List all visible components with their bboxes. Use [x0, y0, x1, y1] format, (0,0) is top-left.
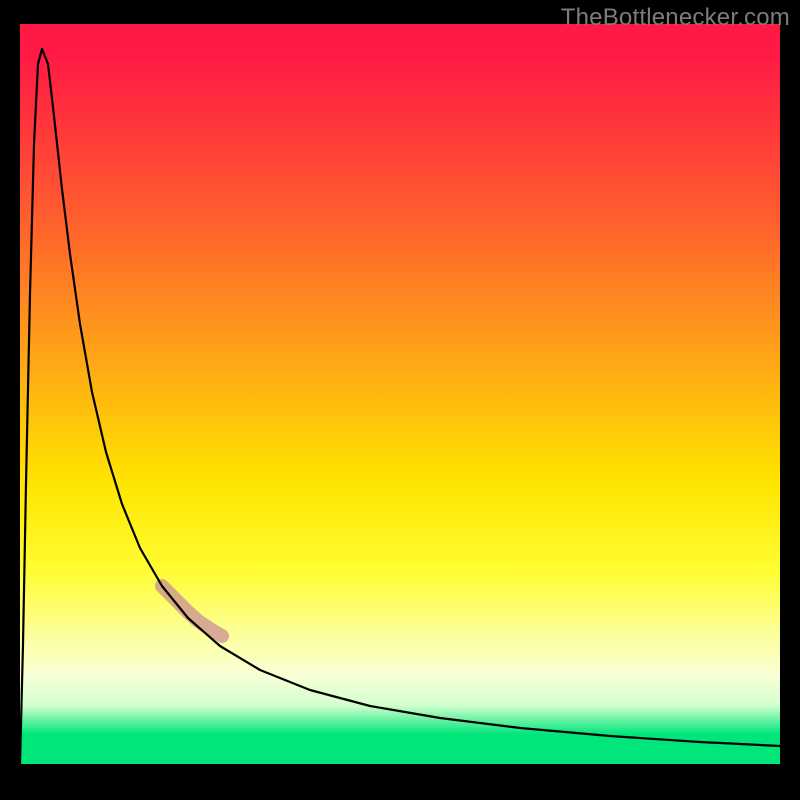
curve-layer — [20, 24, 780, 764]
chart-stage: TheBottlenecker.com — [0, 0, 800, 800]
bottleneck-curve — [20, 49, 780, 764]
attribution-text: TheBottlenecker.com — [561, 4, 790, 32]
plot-area — [20, 24, 780, 764]
curve-highlight — [162, 586, 222, 636]
